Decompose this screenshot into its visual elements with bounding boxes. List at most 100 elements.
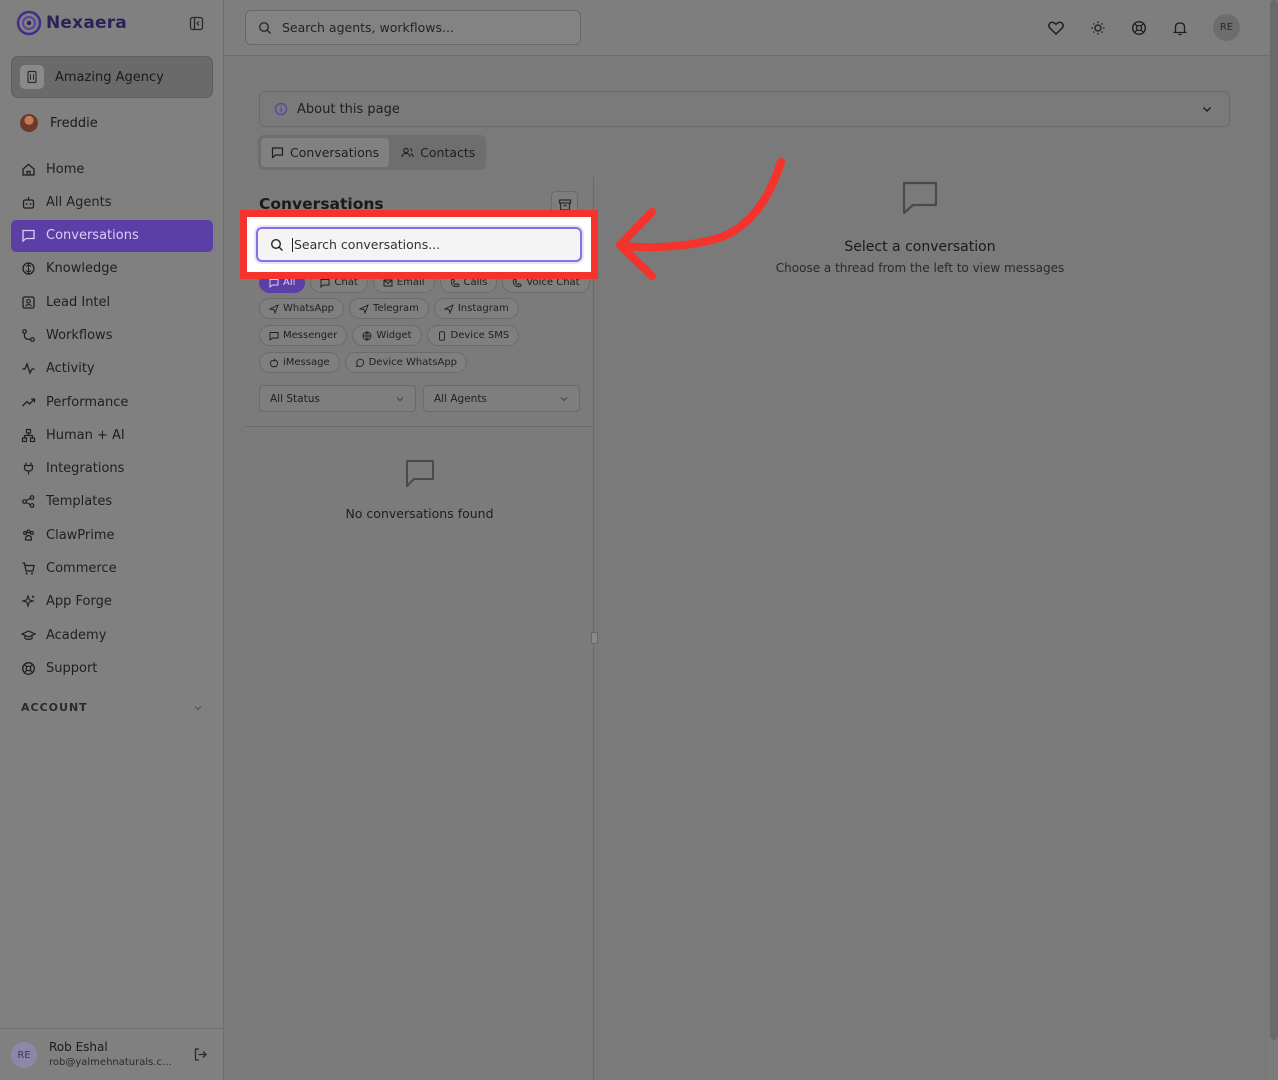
sidebar-item-app-forge[interactable]: App Forge: [11, 586, 213, 618]
chip-label: Telegram: [373, 303, 419, 314]
brain-icon: [21, 261, 36, 276]
chip-label: Device WhatsApp: [368, 357, 458, 368]
sidebar-item-label: Support: [46, 660, 98, 676]
agency-switcher[interactable]: Amazing Agency: [11, 56, 213, 98]
chevron-down-icon: [1201, 103, 1213, 115]
sun-icon[interactable]: [1090, 20, 1106, 36]
sidebar-item-workflows[interactable]: Workflows: [11, 319, 213, 351]
chip-instagram[interactable]: Instagram: [433, 298, 519, 319]
sidebar-item-all-agents[interactable]: All Agents: [11, 186, 213, 218]
view-tabs: Conversations Contacts: [258, 135, 486, 170]
footer-avatar[interactable]: RE: [11, 1042, 37, 1068]
app-root: Nexaera Amazing Agency Freddie Home All …: [0, 0, 1278, 1080]
sidebar-item-knowledge[interactable]: Knowledge: [11, 253, 213, 285]
message-icon: [269, 278, 279, 288]
chip-telegram[interactable]: Telegram: [349, 298, 429, 319]
conversations-panel: Conversations All Chat Email Calls Voice…: [245, 177, 594, 1080]
bell-icon[interactable]: [1172, 20, 1188, 36]
chip-widget[interactable]: Widget: [352, 325, 422, 346]
info-icon: [274, 102, 288, 116]
chip-messenger[interactable]: Messenger: [259, 325, 348, 346]
sidebar-item-commerce[interactable]: Commerce: [11, 553, 213, 585]
sidebar-item-clawprime[interactable]: ClawPrime: [11, 519, 213, 551]
footer-user-name: Rob Eshal: [49, 1040, 108, 1054]
sidebar-item-performance[interactable]: Performance: [11, 386, 213, 418]
sidebar-nav: Home All Agents Conversations Knowledge …: [11, 153, 213, 686]
tab-conversations[interactable]: Conversations: [261, 138, 390, 167]
send-icon: [269, 303, 279, 314]
heart-icon[interactable]: [1047, 19, 1065, 37]
sidebar-item-label: Templates: [46, 494, 113, 510]
tab-contacts[interactable]: Contacts: [391, 138, 485, 167]
phone-icon: [512, 277, 522, 288]
nexaera-logo-icon: [16, 10, 42, 36]
text-caret: [292, 237, 293, 252]
graduation-cap-icon: [21, 628, 36, 643]
collapse-sidebar-icon[interactable]: [189, 16, 204, 31]
sidebar-item-label: Knowledge: [46, 261, 118, 277]
sidebar-item-activity[interactable]: Activity: [11, 353, 213, 385]
chip-label: iMessage: [283, 357, 330, 368]
brand-logo[interactable]: Nexaera: [16, 10, 127, 36]
logout-icon[interactable]: [193, 1047, 208, 1062]
share-icon: [21, 494, 36, 509]
sidebar-item-integrations[interactable]: Integrations: [11, 453, 213, 485]
conversation-search[interactable]: [256, 227, 582, 262]
message-circle-icon: [355, 358, 365, 368]
home-icon: [21, 162, 36, 177]
sidebar-item-templates[interactable]: Templates: [11, 486, 213, 518]
current-user[interactable]: Freddie: [20, 114, 98, 132]
sidebar-item-label: All Agents: [46, 194, 112, 210]
help-lifebuoy-icon[interactable]: [1131, 20, 1147, 36]
sidebar-item-label: Integrations: [46, 461, 125, 477]
sidebar: Nexaera Amazing Agency Freddie Home All …: [0, 0, 224, 1080]
global-search[interactable]: [245, 10, 581, 45]
smartphone-icon: [437, 330, 447, 341]
message-square-icon: [404, 457, 436, 489]
lifebuoy-icon: [21, 661, 36, 676]
account-heading: ACCOUNT: [21, 701, 88, 714]
status-filter-select[interactable]: All Status: [259, 385, 416, 412]
conversation-search-input[interactable]: [294, 237, 564, 252]
chip-device-sms[interactable]: Device SMS: [426, 325, 520, 346]
topbar-avatar[interactable]: RE: [1213, 14, 1240, 41]
chip-imessage[interactable]: iMessage: [259, 352, 340, 373]
global-search-input[interactable]: [282, 20, 562, 35]
chip-label: Messenger: [283, 330, 338, 341]
sidebar-item-academy[interactable]: Academy: [11, 619, 213, 651]
sidebar-item-label: Conversations: [46, 228, 139, 244]
detail-title: Select a conversation: [844, 239, 996, 255]
account-section-toggle[interactable]: ACCOUNT: [21, 701, 203, 714]
agent-filter-select[interactable]: All Agents: [423, 385, 580, 412]
trending-up-icon: [21, 395, 36, 410]
topbar: RE: [224, 0, 1270, 56]
apple-icon: [269, 357, 279, 368]
sidebar-item-support[interactable]: Support: [11, 652, 213, 684]
workflow-icon: [21, 328, 36, 343]
chip-device-whatsapp[interactable]: Device WhatsApp: [344, 352, 468, 373]
about-page-accordion[interactable]: About this page: [259, 91, 1230, 127]
chip-label: Device SMS: [450, 330, 510, 341]
agency-name: Amazing Agency: [55, 69, 164, 85]
divider: [245, 426, 594, 427]
tab-label: Conversations: [290, 145, 380, 160]
page-scrollbar-thumb[interactable]: [1270, 0, 1278, 1040]
sidebar-item-label: Home: [46, 161, 85, 177]
footer-user-email: rob@yalmehnaturals.com: [49, 1057, 177, 1068]
chevron-down-icon: [559, 394, 569, 404]
cart-icon: [21, 561, 36, 576]
chip-label: Widget: [376, 330, 412, 341]
sidebar-item-conversations[interactable]: Conversations: [11, 219, 213, 252]
agent-filter-value: All Agents: [434, 392, 487, 405]
contact-card-icon: [21, 295, 36, 310]
user-avatar: [20, 114, 38, 132]
send-icon: [443, 303, 454, 314]
chevron-down-icon: [193, 703, 203, 713]
chip-label: WhatsApp: [283, 303, 335, 314]
sidebar-item-home[interactable]: Home: [11, 153, 213, 185]
sidebar-item-human-ai[interactable]: Human + AI: [11, 419, 213, 451]
sidebar-item-label: Human + AI: [46, 427, 125, 443]
chip-whatsapp[interactable]: WhatsApp: [259, 298, 345, 319]
search-icon: [258, 21, 272, 35]
sidebar-item-lead-intel[interactable]: Lead Intel: [11, 286, 213, 318]
